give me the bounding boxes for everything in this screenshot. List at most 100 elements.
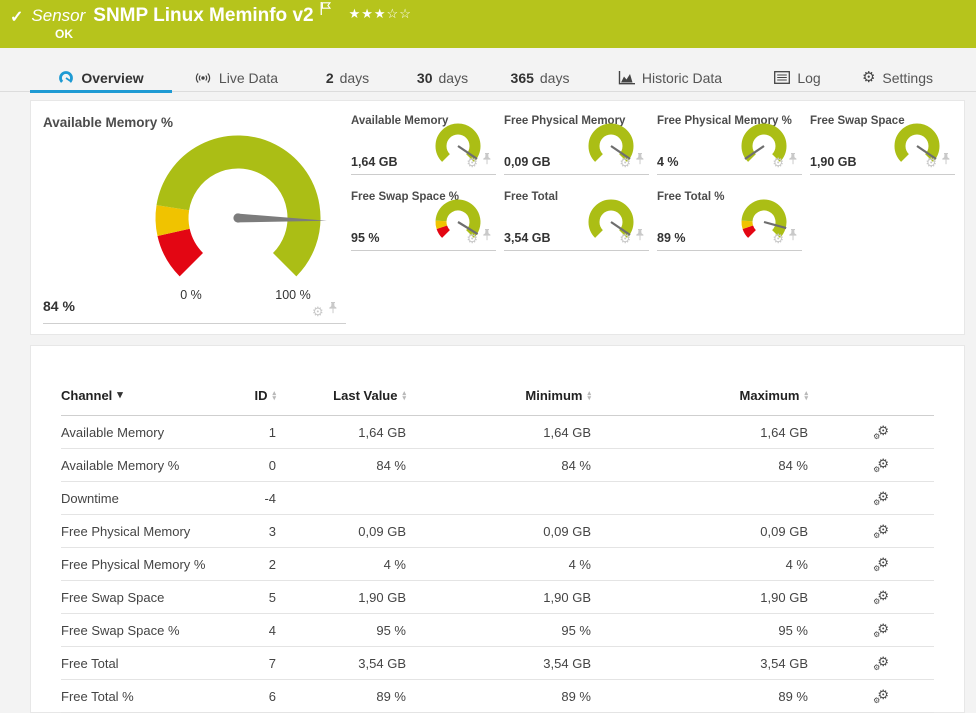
gauge-gear-icon[interactable]: ⚙ xyxy=(619,232,631,245)
channel-last-value: 1,90 GB xyxy=(358,589,406,605)
channel-last-value: 0,09 GB xyxy=(358,523,406,539)
gauge-icon xyxy=(58,70,74,86)
channel-name: Free Swap Space % xyxy=(61,622,180,638)
star-filled-icon[interactable]: ★★★ xyxy=(349,6,387,21)
tab-365-days[interactable]: 365 days xyxy=(490,63,590,92)
gauge-gear-icon[interactable]: ⚙ xyxy=(466,156,478,169)
main-gauge-max-label: 100 % xyxy=(275,288,311,302)
tab-live-data-label: Live Data xyxy=(218,69,279,86)
channel-maximum: 0,09 GB xyxy=(760,523,808,539)
gauge-pin-icon[interactable] xyxy=(635,229,645,247)
gauge-gear-icon[interactable]: ⚙ xyxy=(312,305,324,318)
column-header-id[interactable]: ID ▴ ▾ xyxy=(221,388,276,403)
channels-panel: Channel ▾ ID ▴ ▾ Last Value ▴ ▾ Minimum ▴ ▾… xyxy=(30,345,965,713)
table-row: Free Total % 6 89 % 89 % 89 % ⚙⚙ xyxy=(61,680,934,713)
star-empty-icon[interactable]: ☆☆ xyxy=(387,6,412,21)
tab-historic-data[interactable]: Historic Data xyxy=(590,63,750,92)
channel-last-value: 3,54 GB xyxy=(358,655,406,671)
channel-table-body: Available Memory 1 1,64 GB 1,64 GB 1,64 … xyxy=(61,416,934,713)
channel-settings-icon[interactable]: ⚙⚙ xyxy=(873,687,889,706)
small-gauge-title: Free Total % xyxy=(657,191,725,203)
tab-settings-label: Settings xyxy=(882,69,934,86)
column-header-maximum[interactable]: Maximum ▴ ▾ xyxy=(591,388,808,403)
tab-log[interactable]: Log xyxy=(750,63,845,92)
channel-name: Free Swap Space xyxy=(61,589,165,605)
channel-settings-icon[interactable]: ⚙⚙ xyxy=(873,588,889,607)
channel-settings-icon[interactable]: ⚙⚙ xyxy=(873,456,889,475)
table-row: Downtime -4 ⚙⚙ xyxy=(61,482,934,515)
priority-stars[interactable]: ★★★☆☆ xyxy=(349,6,412,22)
main-gauge-min-label: 0 % xyxy=(180,288,202,302)
channel-maximum: 1,90 GB xyxy=(760,589,808,605)
gauge-pin-icon[interactable] xyxy=(788,229,798,247)
table-row: Free Swap Space 5 1,90 GB 1,90 GB 1,90 G… xyxy=(61,581,934,614)
channel-minimum: 95 % xyxy=(561,622,591,638)
historic-chart-icon xyxy=(618,70,635,85)
channel-maximum: 89 % xyxy=(778,688,808,704)
small-gauge-cell: Free Swap Space 1,90 GB ⚙ xyxy=(810,113,955,175)
channel-minimum: 1,64 GB xyxy=(543,424,591,440)
tab-2-days[interactable]: 2 days xyxy=(300,63,395,92)
main-gauge: Available Memory % 0 % 100 % 84 % ⚙ xyxy=(31,101,349,336)
small-gauge-value: 3,54 GB xyxy=(504,231,551,245)
channel-id: 0 xyxy=(268,457,276,473)
tab-historic-data-label: Historic Data xyxy=(641,69,723,86)
channel-minimum: 84 % xyxy=(561,457,591,473)
channel-minimum: 89 % xyxy=(561,688,591,704)
sensor-status-badge: OK xyxy=(55,27,73,41)
channel-name: Available Memory xyxy=(61,424,165,440)
channel-name: Available Memory % xyxy=(61,457,180,473)
channel-last-value: 95 % xyxy=(376,622,406,638)
channel-id: 2 xyxy=(268,556,276,572)
column-header-last-value[interactable]: Last Value ▴ ▾ xyxy=(276,388,406,403)
gauge-gear-icon[interactable]: ⚙ xyxy=(772,232,784,245)
log-list-icon xyxy=(774,71,791,84)
gauge-pin-icon[interactable] xyxy=(482,229,492,247)
tab-overview-label: Overview xyxy=(81,69,144,86)
flag-icon[interactable] xyxy=(320,2,331,20)
gauge-gear-icon[interactable]: ⚙ xyxy=(925,156,937,169)
channel-minimum: 3,54 GB xyxy=(543,655,591,671)
tab-overview[interactable]: Overview xyxy=(30,63,172,93)
small-gauge-value: 89 % xyxy=(657,231,686,245)
table-row: Free Swap Space % 4 95 % 95 % 95 % ⚙⚙ xyxy=(61,614,934,647)
table-row: Available Memory % 0 84 % 84 % 84 % ⚙⚙ xyxy=(61,449,934,482)
main-gauge-dial xyxy=(155,135,327,277)
gauge-gear-icon[interactable]: ⚙ xyxy=(772,156,784,169)
channel-settings-icon[interactable]: ⚙⚙ xyxy=(873,522,889,541)
gauge-pin-icon[interactable] xyxy=(635,153,645,171)
channel-settings-icon[interactable]: ⚙⚙ xyxy=(873,489,889,508)
gauge-pin-icon[interactable] xyxy=(328,302,338,320)
gauge-gear-icon[interactable]: ⚙ xyxy=(619,156,631,169)
channel-settings-icon[interactable]: ⚙⚙ xyxy=(873,621,889,640)
channel-last-value: 1,64 GB xyxy=(358,424,406,440)
sort-desc-icon: ▾ xyxy=(117,389,123,401)
gauge-gear-icon[interactable]: ⚙ xyxy=(466,232,478,245)
settings-gear-icon: ⚙ xyxy=(861,69,876,86)
sensor-title: SNMP Linux Meminfo v2 xyxy=(93,5,314,26)
channel-id: 7 xyxy=(268,655,276,671)
gauge-pin-icon[interactable] xyxy=(941,153,951,171)
gauge-pin-icon[interactable] xyxy=(482,153,492,171)
channel-settings-icon[interactable]: ⚙⚙ xyxy=(873,423,889,442)
status-ok-check-icon: ✓ xyxy=(10,9,24,26)
channel-settings-icon[interactable]: ⚙⚙ xyxy=(873,555,889,574)
column-header-channel[interactable]: Channel ▾ xyxy=(61,388,221,403)
tab-30-days[interactable]: 30 days xyxy=(395,63,490,92)
channel-name: Free Total % xyxy=(61,688,134,704)
table-row: Available Memory 1 1,64 GB 1,64 GB 1,64 … xyxy=(61,416,934,449)
channel-settings-icon[interactable]: ⚙⚙ xyxy=(873,654,889,673)
tab-365-days-number: 365 xyxy=(510,69,534,86)
tab-365-days-unit: days xyxy=(539,69,570,86)
gauge-pin-icon[interactable] xyxy=(788,153,798,171)
main-gauge-divider xyxy=(43,323,346,324)
tab-settings[interactable]: ⚙ Settings xyxy=(845,63,950,92)
tab-live-data[interactable]: Live Data xyxy=(172,63,300,92)
sort-icons: ▴ ▾ xyxy=(804,389,808,402)
channel-name: Downtime xyxy=(61,490,119,506)
channel-minimum: 1,90 GB xyxy=(543,589,591,605)
column-header-minimum[interactable]: Minimum ▴ ▾ xyxy=(406,388,591,403)
small-gauge-cell: Available Memory 1,64 GB ⚙ xyxy=(351,113,496,175)
channel-maximum: 1,64 GB xyxy=(760,424,808,440)
small-gauge-cell: Free Physical Memory % 4 % ⚙ xyxy=(657,113,802,175)
